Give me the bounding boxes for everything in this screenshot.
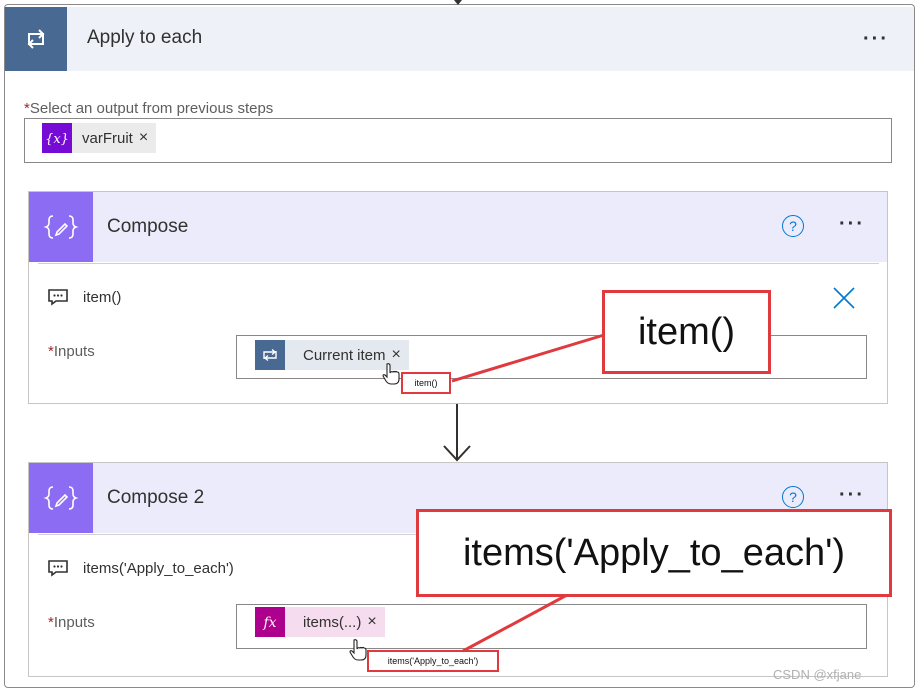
compose-more-button[interactable]: ··· [839, 214, 865, 234]
compose-icon [43, 215, 79, 239]
select-output-label-text: Select an output from previous steps [29, 100, 274, 117]
compose-inputs-label: *Inputs [48, 343, 95, 360]
loop-icon [27, 29, 45, 49]
watermark: CSDN @xfjane [773, 667, 862, 682]
compose-2-help-icon[interactable]: ? [782, 486, 804, 508]
down-arrow-icon [443, 404, 471, 462]
apply-to-each-icon-box [5, 7, 67, 71]
select-output-label: *Select an output from previous steps [24, 100, 273, 117]
compose-icon [43, 486, 79, 510]
compose-2-inputs-label: *Inputs [48, 614, 95, 631]
comment-icon [47, 559, 69, 577]
var-fruit-token[interactable]: {x} varFruit × [42, 123, 157, 153]
items-expression-remove-button[interactable]: × [367, 613, 384, 631]
close-icon[interactable] [832, 286, 856, 310]
compose-comment[interactable]: item() [47, 288, 121, 306]
compose-2-comment-text: items('Apply_to_each') [83, 559, 234, 577]
svg-text:fx: fx [262, 615, 276, 631]
compose-icon-box [29, 192, 93, 262]
apply-to-each-header[interactable]: Apply to each ··· [5, 7, 914, 71]
svg-text:{x}: {x} [45, 132, 69, 147]
items-expression-token-label: items(...) [303, 613, 362, 631]
connector-caret-icon [454, 0, 462, 5]
hand-cursor-icon [382, 363, 400, 385]
variable-icon: {x} [42, 123, 72, 153]
compose-header[interactable]: Compose ? ··· [29, 192, 887, 262]
compose-divider [38, 263, 879, 264]
compose-inputs-label-text: Inputs [53, 343, 95, 360]
fx-icon: fx [255, 607, 285, 637]
compose-2-title: Compose 2 [107, 487, 205, 508]
comment-icon [47, 288, 69, 306]
item-tooltip: item() [401, 372, 451, 394]
compose-2-inputs-label-text: Inputs [53, 614, 95, 631]
compose-2-more-button[interactable]: ··· [839, 485, 865, 505]
compose-title: Compose [107, 216, 189, 237]
compose-help-icon[interactable]: ? [782, 215, 804, 237]
var-fruit-remove-button[interactable]: × [139, 129, 156, 147]
compose-comment-text: item() [83, 288, 122, 306]
current-item-token-label: Current item [303, 346, 386, 364]
item-callout: item() [602, 290, 771, 374]
var-fruit-token-label: varFruit [82, 129, 133, 147]
compose-2-comment[interactable]: items('Apply_to_each') [47, 559, 234, 577]
apply-to-each-more-button[interactable]: ··· [863, 29, 889, 49]
apply-to-each-title: Apply to each [87, 27, 203, 48]
items-expression-token[interactable]: fx items(...) × [255, 607, 385, 637]
hand-cursor-icon [349, 639, 367, 661]
items-tooltip: items('Apply_to_each') [367, 650, 499, 672]
loop-icon [255, 340, 285, 370]
items-callout: items('Apply_to_each') [416, 509, 892, 597]
compose-2-icon-box [29, 463, 93, 533]
